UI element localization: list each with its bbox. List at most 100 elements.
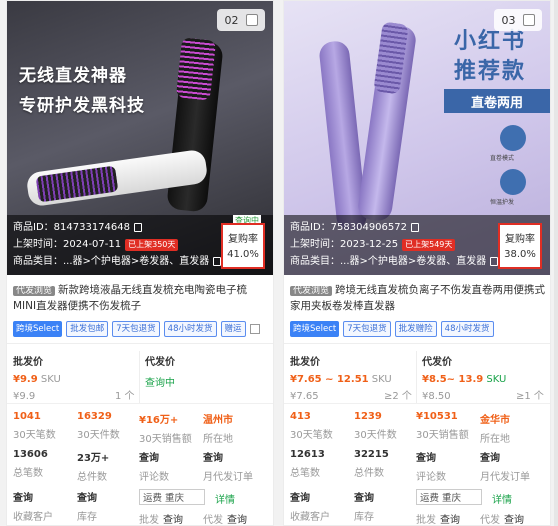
product-title[interactable]: 代发浏览 新款跨境液晶无线直发梳充电陶瓷电子梳MINI直发器便携不伤发梳子 xyxy=(13,283,269,314)
checkbox-icon[interactable] xyxy=(245,14,258,26)
dropship-sku: SKU xyxy=(486,374,507,385)
stat-value: 金华市 xyxy=(480,415,510,426)
query-link[interactable]: 查询 xyxy=(354,489,374,504)
stat-value: 13606 xyxy=(13,449,48,460)
product-image-1[interactable]: 无线直发神器 专研护发黑科技 02 商品ID：814733174648 上架时间… xyxy=(7,1,273,275)
wholesale-label: 批发价 xyxy=(13,357,43,368)
stat-caption: 30天笔数 xyxy=(13,430,56,441)
tag-select: 跨境Select xyxy=(13,321,63,337)
stat-value: 1041 xyxy=(13,411,41,422)
image-banner: 直卷两用 xyxy=(444,89,550,113)
product-id: 商品ID：758304906572 xyxy=(290,222,407,233)
stat-value: ¥16万+ xyxy=(139,415,179,426)
pifa-label: 批发 xyxy=(416,515,436,526)
tag: 赠运 xyxy=(220,321,246,337)
product-id: 商品ID：814733174648 xyxy=(13,222,130,233)
shipping-select[interactable]: 运费 重庆 xyxy=(416,489,482,505)
stat-value: 32215 xyxy=(354,449,389,460)
stat-caption: 评论数 xyxy=(416,472,446,483)
stat-caption: 30天件数 xyxy=(77,430,120,441)
query-link[interactable]: 查询 xyxy=(77,489,97,504)
feature-text: 直卷模式 xyxy=(490,155,515,162)
scrollbar[interactable] xyxy=(554,0,558,526)
title-badge: 代发浏览 xyxy=(13,286,56,296)
pifa-query[interactable]: 查询 xyxy=(440,511,460,525)
dropship-label: 代发价 xyxy=(422,357,452,368)
dropship-min: ≥1 个 xyxy=(516,391,544,402)
feature-text: 恒温护发 xyxy=(490,199,515,206)
stat-caption: 30天笔数 xyxy=(290,430,333,441)
repurchase-value: 41.0% xyxy=(227,249,259,260)
query-link[interactable]: 查询 xyxy=(139,449,169,464)
product-card-2[interactable]: 小红书 推荐款 直卷两用 直卷模式 恒温护发 03 商品ID：758304906… xyxy=(283,0,551,526)
listed-time: 上架时间：2023-12-25 xyxy=(290,239,399,250)
query-link[interactable]: 查询 xyxy=(416,449,446,464)
tag: 7天包退货 xyxy=(112,321,160,337)
category: 商品类目：...器>个护电器>卷发器、直发器 xyxy=(13,256,210,267)
copy-icon[interactable] xyxy=(134,223,142,232)
feature-icon xyxy=(500,169,526,195)
ship-label: 运费 xyxy=(143,493,163,504)
pifa-query[interactable]: 查询 xyxy=(163,511,183,525)
repurchase-value: 38.0% xyxy=(504,249,536,260)
tag: 批发赠险 xyxy=(394,321,437,337)
query-link[interactable]: 查询 xyxy=(13,489,53,504)
ship-city: 重庆 xyxy=(165,493,185,504)
dropship-value: ¥8.5~ 13.9 xyxy=(422,374,484,385)
ship-city: 重庆 xyxy=(442,493,462,504)
stat-caption: 所在地 xyxy=(203,434,233,445)
query-link[interactable]: 查询 xyxy=(290,489,330,504)
feature-icon xyxy=(500,125,526,151)
stat-caption: 30天销售额 xyxy=(139,434,192,445)
checkbox-icon[interactable] xyxy=(522,14,535,26)
tag: 48小时发货 xyxy=(163,321,217,337)
wholesale-price: ¥7.65 ~ 12.51 xyxy=(290,374,369,385)
query-link[interactable]: 查询 xyxy=(480,449,530,464)
index-badge-2[interactable]: 03 xyxy=(494,9,542,31)
repurchase-rate-box: 复购率 41.0% xyxy=(221,223,265,269)
stat-value: 23万+ xyxy=(77,453,110,464)
bristles-graphic xyxy=(175,37,217,101)
shipping-detail-link[interactable]: 详情 xyxy=(215,491,235,506)
listed-badge: 已上架350天 xyxy=(125,238,179,251)
listed-time: 上架时间：2024-07-11 xyxy=(13,239,122,250)
index-badge-1[interactable]: 02 xyxy=(217,9,265,31)
product-card-1[interactable]: 无线直发神器 专研护发黑科技 02 商品ID：814733174648 上架时间… xyxy=(6,0,274,526)
stat-value: 1239 xyxy=(354,411,382,422)
shipping-select[interactable]: 运费 重庆 xyxy=(139,489,205,505)
image-headline-2: 推荐款 xyxy=(454,59,527,84)
copy-icon[interactable] xyxy=(411,223,419,232)
daifa-label: 代发 xyxy=(203,515,223,526)
image-headline-2: 专研护发黑科技 xyxy=(19,96,145,116)
wholesale-sku: SKU xyxy=(40,374,61,385)
daifa-label: 代发 xyxy=(480,515,500,526)
stat-caption: 30天件数 xyxy=(354,430,397,441)
dropship-label: 代发价 xyxy=(145,357,175,368)
stat-value: 413 xyxy=(290,411,311,422)
service-tags: 跨境Select 7天包退货 批发赠险 48小时发货 xyxy=(290,321,548,337)
daifa-query[interactable]: 查询 xyxy=(504,511,524,525)
stat-caption: 库存 xyxy=(354,512,374,523)
service-tags: 跨境Select 批发包邮 7天包退货 48小时发货 赠运 xyxy=(13,321,271,337)
title-badge: 代发浏览 xyxy=(290,286,333,296)
stat-caption: 收藏客户 xyxy=(290,512,330,523)
index-number: 03 xyxy=(501,13,516,27)
query-link[interactable]: 查询 xyxy=(203,449,253,464)
wholesale-price: ¥9.9 xyxy=(13,374,38,385)
product-title[interactable]: 代发浏览 跨境无线直发梳负离子不伤发直卷两用便携式家用夹板卷发棒直发器 xyxy=(290,283,546,314)
wholesale-sub: ¥7.65 xyxy=(290,391,319,402)
ship-label: 运费 xyxy=(420,493,440,504)
index-number: 02 xyxy=(224,13,239,27)
stat-value: ¥10531 xyxy=(416,411,458,422)
product-image-2[interactable]: 小红书 推荐款 直卷两用 直卷模式 恒温护发 03 商品ID：758304906… xyxy=(284,1,550,275)
shipping-detail-link[interactable]: 详情 xyxy=(492,491,512,506)
image-headline-1: 无线直发神器 xyxy=(19,66,127,86)
daifa-query[interactable]: 查询 xyxy=(227,511,247,525)
dropship-value: 查询中 xyxy=(145,378,175,389)
stats-icon[interactable] xyxy=(249,324,260,334)
stat-caption: 所在地 xyxy=(480,434,510,445)
stat-caption: 月代发订单 xyxy=(203,472,253,483)
stat-caption: 总件数 xyxy=(354,468,384,479)
stat-caption: 总件数 xyxy=(77,472,107,483)
tag: 批发包邮 xyxy=(66,321,109,337)
